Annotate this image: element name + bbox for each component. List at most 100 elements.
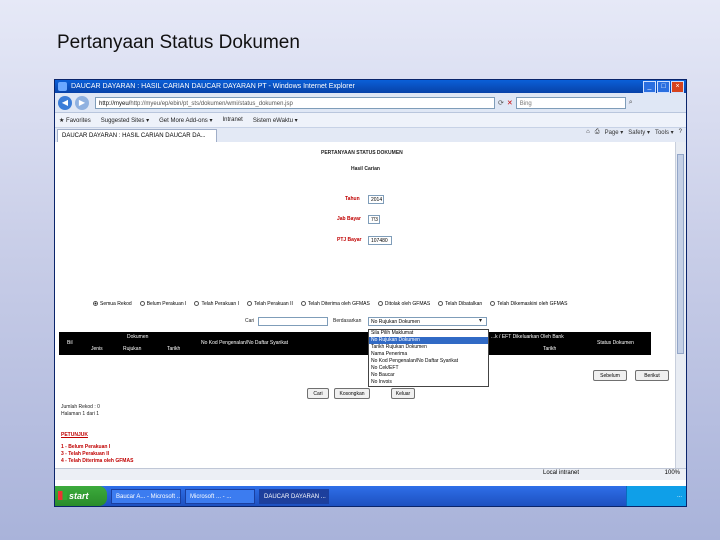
results-table-header: Bil Dokumen Jenis Rujukan Tarikh No Kod …: [59, 332, 651, 355]
radio-option[interactable]: Telah Dibatalkan: [438, 301, 482, 307]
berikut-button[interactable]: Berikut: [635, 370, 669, 381]
close-icon[interactable]: ×: [671, 81, 684, 93]
radio-option[interactable]: Telah Dikemaskini oleh GFMAS: [490, 301, 567, 307]
window-title: DAUCAR DAYARAN : HASIL CARIAN DAUCAR DAY…: [71, 83, 355, 90]
berdasarkan-dropdown-list: Sila Pilih Maklumat No Rujukan Dokumen T…: [368, 329, 489, 387]
tab-bar: DAUCAR DAYARAN : HASIL CARIAN DAUCAR DA.…: [55, 128, 686, 143]
status-bar: Local intranet 100%: [55, 468, 686, 480]
dropdown-option-selected[interactable]: No Rujukan Dokumen: [369, 337, 488, 344]
search-icon[interactable]: ⌕: [629, 99, 633, 107]
slide-title: Pertanyaan Status Dokumen: [57, 32, 300, 53]
tahun-label: Tahun: [345, 196, 360, 202]
keluar-button[interactable]: Keluar: [391, 388, 415, 399]
address-host: http://myeu/: [99, 100, 131, 107]
kosongkan-button[interactable]: Kosongkan: [334, 388, 370, 399]
radio-icon: [490, 301, 496, 307]
dropdown-option[interactable]: No Cek/EFT: [369, 365, 488, 372]
maximize-icon[interactable]: □: [657, 81, 670, 93]
dropdown-option[interactable]: No Kod Pengenalan/No Daftar Syarikat: [369, 358, 488, 365]
cari-button[interactable]: Cari: [307, 388, 329, 399]
home-icon[interactable]: ⌂: [586, 129, 590, 136]
col-bank: ...k / EFT Dikeluarkan Oleh Bank: [491, 334, 564, 340]
cari-label: Cari: [245, 318, 255, 324]
forward-icon[interactable]: ▶: [75, 95, 89, 110]
radio-option[interactable]: Semua Rekod: [93, 301, 132, 307]
taskbar-item[interactable]: Microsoft ... - ...: [185, 488, 255, 504]
scrollbar-thumb[interactable]: [677, 154, 684, 354]
petunjuk-item: 4 - Telah Diterima oleh GFMAS: [61, 458, 134, 464]
stop-icon[interactable]: ✕: [507, 99, 513, 107]
page-heading: PERTANYAAN STATUS DOKUMEN: [321, 150, 403, 156]
radio-option[interactable]: Telah Perakuan I: [194, 301, 239, 307]
back-icon[interactable]: ◀: [58, 95, 72, 110]
safety-menu[interactable]: Safety ▾: [628, 129, 650, 136]
jab-bayar-label: Jab Bayar: [337, 216, 361, 222]
berdasarkan-label: Berdasarkan: [333, 318, 362, 324]
ptj-bayar-field[interactable]: 107480: [368, 236, 392, 245]
dropdown-option[interactable]: Nama Penerima: [369, 351, 488, 358]
favorites-bar: ★ Favorites Suggested Sites ▾ Get More A…: [55, 113, 686, 128]
dropdown-option[interactable]: No Baucar: [369, 372, 488, 379]
favorites-button[interactable]: ★ Favorites: [59, 117, 91, 124]
dropdown-option[interactable]: Sila Pilih Maklumat: [369, 330, 488, 337]
jab-bayar-field[interactable]: 7!3: [368, 215, 380, 224]
radio-selected-icon: [93, 301, 98, 307]
browser-window: DAUCAR DAYARAN : HASIL CARIAN DAUCAR DAY…: [54, 79, 687, 507]
radio-icon: [246, 301, 252, 307]
windows-logo-icon: [58, 491, 67, 500]
minimize-icon[interactable]: _: [643, 81, 656, 93]
dropdown-option[interactable]: No Invois: [369, 379, 488, 386]
berdasarkan-select[interactable]: No Rujukan Dokumen: [368, 317, 487, 326]
taskbar: start Baucar A... - Microsoft ... Micros…: [55, 486, 686, 506]
refresh-icon[interactable]: ⟳: [498, 99, 504, 107]
taskbar-item-active[interactable]: DAUCAR DAYARAN ...: [259, 488, 329, 504]
fav-item[interactable]: Get More Add-ons ▾: [159, 117, 212, 124]
help-icon[interactable]: ?: [679, 129, 682, 136]
petunjuk-item: 1 - Belum Perakuan I: [61, 444, 111, 450]
halaman-info: Halaman 1 dari 1: [61, 411, 100, 417]
ie-icon: [58, 82, 67, 91]
fav-item[interactable]: Intranet: [222, 117, 242, 123]
navigation-bar: ◀ ▶ http://myeu/ http://myeu/ep/ebin/pt_…: [55, 93, 686, 113]
search-input[interactable]: Bing: [515, 96, 626, 109]
address-bar[interactable]: http://myeu/ http://myeu/ep/ebin/pt_sts/…: [95, 96, 495, 109]
col-kod-pengenalan: No Kod Pengenalan/No Daftar Syarikat: [201, 340, 288, 346]
col-rujukan: Rujukan: [123, 346, 142, 352]
col-tarikh: Tarikh: [167, 346, 181, 352]
window-titlebar: DAUCAR DAYARAN : HASIL CARIAN DAUCAR DAY…: [55, 80, 686, 93]
start-button[interactable]: start: [55, 486, 107, 506]
radio-option[interactable]: Ditolak oleh GFMAS: [377, 301, 430, 307]
system-tray: ...: [626, 486, 686, 506]
vertical-scrollbar[interactable]: [675, 142, 686, 468]
chevron-down-icon[interactable]: ▾: [479, 317, 482, 324]
col-jenis: Jenis: [91, 346, 103, 352]
taskbar-item[interactable]: Baucar A... - Microsoft ...: [111, 488, 181, 504]
page-menu[interactable]: Page ▾: [605, 129, 624, 136]
col-bil: Bil: [67, 340, 73, 346]
jumlah-rekod: Jumlah Rekod : 0: [61, 404, 100, 410]
address-text: http://myeu/ep/ebin/pt_sts/dokumen/wmi/s…: [130, 100, 293, 107]
sebelum-button[interactable]: Sebelum: [593, 370, 627, 381]
zoom-level[interactable]: 100%: [665, 470, 680, 476]
dropdown-option[interactable]: Tarikh Rujukan Dokumen: [369, 344, 488, 351]
print-icon[interactable]: ⎙: [595, 129, 600, 136]
cari-input[interactable]: [258, 317, 328, 326]
security-zone: Local intranet: [543, 470, 580, 476]
radio-icon: [139, 301, 145, 307]
status-radio-group: Semua Rekod Belum Perakuan I Telah Perak…: [93, 301, 567, 307]
petunjuk-item: 3 - Telah Perakuan II: [61, 451, 109, 457]
radio-icon: [194, 301, 200, 307]
col-dokumen: Dokumen: [127, 334, 149, 340]
fav-item[interactable]: Sistem eWaktu ▾: [253, 117, 298, 124]
tahun-field[interactable]: 2014: [368, 195, 384, 204]
fav-item[interactable]: Suggested Sites ▾: [101, 117, 149, 124]
tools-menu[interactable]: Tools ▾: [655, 129, 674, 136]
window-controls: _ □ ×: [643, 81, 684, 93]
browser-tab[interactable]: DAUCAR DAYARAN : HASIL CARIAN DAUCAR DA.…: [57, 128, 217, 142]
radio-icon: [438, 301, 444, 307]
radio-icon: [300, 301, 306, 307]
col-tarikh-2: Tarikh: [543, 346, 557, 352]
radio-option[interactable]: Belum Perakuan I: [139, 301, 186, 307]
radio-option[interactable]: Telah Diterima oleh GFMAS: [300, 301, 370, 307]
radio-option[interactable]: Telah Perakuan II: [246, 301, 293, 307]
